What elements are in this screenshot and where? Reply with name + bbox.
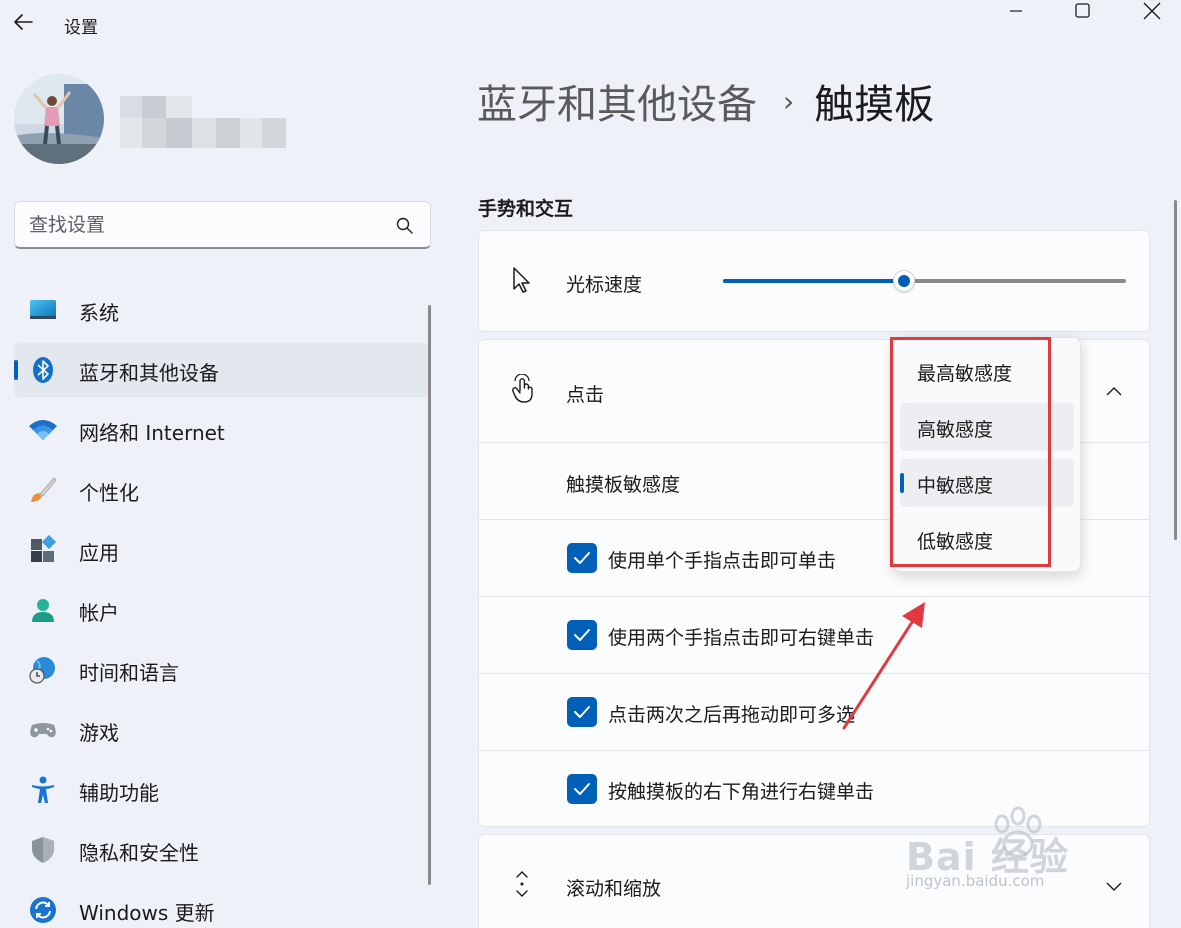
tap-option-row[interactable]: 使用两个手指点击即可右键单击	[479, 596, 1149, 673]
sensitivity-label: 触摸板敏感度	[566, 474, 681, 496]
sidebar-item-privacy[interactable]: 隐私和安全性	[14, 823, 430, 877]
paint-brush-icon	[31, 477, 57, 502]
search-icon[interactable]	[395, 216, 415, 236]
sidebar-item-personalization[interactable]: 个性化	[14, 463, 430, 517]
back-arrow-icon	[14, 14, 33, 30]
avatar[interactable]	[14, 74, 104, 164]
checkmark-icon	[574, 629, 590, 641]
dropdown-item-label: 低敏感度	[917, 531, 994, 553]
sidebar-item-accounts[interactable]: 帐户	[14, 583, 430, 637]
page-title: 触摸板	[814, 82, 935, 128]
sidebar-item-accessibility[interactable]: 辅助功能	[14, 763, 430, 817]
apps-icon	[31, 535, 57, 562]
dropdown-item-selected[interactable]: 中敏感度	[900, 459, 1074, 507]
sidebar-item-label: 游戏	[79, 721, 119, 745]
breadcrumb: 蓝牙和其他设备 › 触摸板	[477, 72, 934, 132]
sidebar-item-label: 隐私和安全性	[79, 841, 199, 865]
breadcrumb-parent[interactable]: 蓝牙和其他设备	[477, 82, 757, 128]
back-button[interactable]	[10, 8, 38, 36]
sidebar-item-windows-update[interactable]: Windows 更新	[14, 883, 430, 928]
sidebar-item-label: Windows 更新	[79, 901, 215, 925]
dropdown-item-label: 中敏感度	[917, 475, 994, 497]
checkmark-icon	[574, 552, 590, 564]
dropdown-item[interactable]: 最高敏感度	[900, 347, 1074, 395]
cursor-speed-slider[interactable]	[723, 270, 1126, 292]
tap-option-row[interactable]: 按触摸板的右下角进行右键单击	[479, 750, 1149, 827]
pixelated-name	[120, 96, 286, 148]
sidebar-item-bluetooth[interactable]: 蓝牙和其他设备	[14, 343, 430, 397]
sidebar-item-apps[interactable]: 应用	[14, 523, 430, 577]
tap-hand-icon	[512, 374, 533, 403]
sidebar-item-label: 帐户	[79, 601, 119, 625]
tap-label: 点击	[566, 384, 605, 406]
sidebar-item-system[interactable]: 系统	[14, 283, 430, 337]
maximize-icon	[1075, 3, 1090, 18]
sidebar-item-label: 蓝牙和其他设备	[79, 361, 219, 385]
dropdown-item-label: 最高敏感度	[917, 363, 1013, 385]
sidebar-scrollbar[interactable]	[428, 305, 431, 885]
sidebar-item-label: 应用	[79, 541, 119, 565]
maximize-button[interactable]	[1068, 0, 1096, 24]
section-title: 手势和交互	[478, 198, 574, 220]
dropdown-item-label: 高敏感度	[917, 419, 994, 441]
selection-indicator	[900, 473, 904, 493]
checkmark-icon	[574, 706, 590, 718]
chevron-up-icon[interactable]	[1103, 381, 1125, 403]
minimize-icon	[1010, 10, 1022, 12]
cursor-speed-card: 光标速度	[478, 230, 1150, 332]
tap-option-row[interactable]: 点击两次之后再拖动即可多选	[479, 673, 1149, 750]
tap-option-label: 点击两次之后再拖动即可多选	[608, 704, 856, 726]
tap-option-label: 使用单个手指点击即可单击	[608, 550, 837, 572]
chevron-down-icon[interactable]	[1103, 875, 1125, 897]
tap-option-label: 使用两个手指点击即可右键单击	[608, 627, 875, 649]
sidebar-item-label: 时间和语言	[79, 661, 179, 685]
checkbox[interactable]	[567, 697, 597, 727]
sidebar-item-gaming[interactable]: 游戏	[14, 703, 430, 757]
system-display-icon	[30, 300, 56, 319]
search-input[interactable]	[29, 202, 369, 248]
tap-option-label: 按触摸板的右下角进行右键单击	[608, 781, 875, 803]
sidebar-item-label: 辅助功能	[79, 781, 159, 805]
shield-icon	[32, 837, 54, 863]
scroll-zoom-card[interactable]: 滚动和缩放	[478, 834, 1150, 928]
dropdown-item[interactable]: 低敏感度	[900, 515, 1074, 563]
bluetooth-icon	[33, 357, 53, 383]
update-icon	[30, 897, 56, 923]
gamepad-icon	[30, 723, 56, 738]
accessibility-icon	[32, 776, 54, 803]
close-icon	[1143, 2, 1161, 20]
cursor-speed-label: 光标速度	[566, 274, 643, 296]
checkmark-icon	[574, 783, 590, 795]
profile-name-blurred	[120, 96, 286, 150]
minimize-button[interactable]	[1002, 0, 1030, 24]
sidebar-item-network[interactable]: 网络和 Internet	[14, 403, 430, 457]
sidebar-item-label: 系统	[79, 301, 119, 325]
search-box[interactable]	[14, 201, 431, 249]
scroll-arrows-icon	[516, 871, 528, 897]
wifi-icon	[29, 420, 57, 440]
scroll-zoom-label: 滚动和缩放	[566, 878, 662, 900]
checkbox[interactable]	[567, 620, 597, 650]
dropdown-item[interactable]: 高敏感度	[900, 403, 1074, 451]
selection-indicator	[14, 360, 18, 380]
sensitivity-dropdown: 最高敏感度 高敏感度 中敏感度 低敏感度	[893, 337, 1081, 572]
app-title: 设置	[64, 18, 98, 38]
profile-photo	[14, 74, 104, 164]
close-button[interactable]	[1138, 0, 1166, 24]
cursor-icon	[513, 267, 530, 293]
sidebar-item-time-language[interactable]: 时间和语言	[14, 643, 430, 697]
slider-thumb[interactable]	[893, 270, 916, 292]
person-icon	[32, 599, 54, 622]
sidebar-item-label: 网络和 Internet	[79, 421, 225, 445]
checkbox[interactable]	[567, 774, 597, 804]
globe-clock-icon	[29, 657, 55, 684]
title-bar: 设置	[0, 0, 1181, 46]
breadcrumb-separator: ›	[783, 84, 795, 118]
sidebar-item-label: 个性化	[79, 481, 139, 505]
slider-fill	[723, 279, 905, 283]
main-scrollbar[interactable]	[1174, 200, 1177, 540]
checkbox[interactable]	[567, 543, 597, 573]
